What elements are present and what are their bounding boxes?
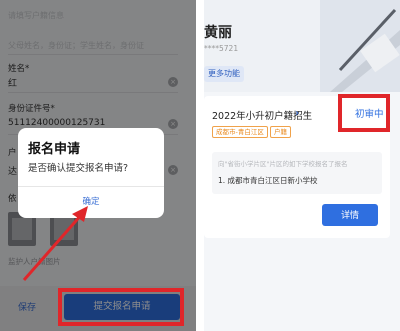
user-id: ****5721	[204, 44, 239, 53]
user-name: 黄丽	[204, 25, 232, 41]
more-functions-button[interactable]: 更多功能	[204, 66, 244, 82]
divider	[18, 186, 164, 187]
school-item: 1. 成都市青白江区日新小学校	[218, 176, 318, 185]
highlight-box	[58, 288, 184, 326]
dialog-title: 报名申请	[28, 142, 81, 157]
dialog-message: 是否确认提交报名申请?	[28, 163, 129, 174]
application-hint: 向"省街小学片区"片区的如下学校报名了报名	[218, 160, 348, 168]
district-tag: 成都市-青白江区	[212, 126, 268, 138]
application-summary: 向"省街小学片区"片区的如下学校报名了报名 1. 成都市青白江区日新小学校	[212, 152, 382, 194]
category-tag: 户籍	[270, 126, 291, 138]
application-status-screen: 黄丽 ****5721 更多功能 2022年小升初户籍招生 › 初审中 成都市-…	[204, 0, 400, 331]
details-button[interactable]: 详情	[322, 204, 378, 226]
confirm-dialog: 报名申请 是否确认提交报名申请? 确定	[18, 128, 164, 218]
pen-illustration-icon	[320, 0, 400, 92]
confirm-button[interactable]: 确定	[18, 192, 164, 212]
highlight-box	[338, 94, 390, 132]
submit-application-screen: 请填写户籍信息 父母姓名，身份证；学生姓名，身份证 姓名* 红 × 身份证件号*…	[0, 0, 196, 331]
chevron-right-icon[interactable]: ›	[295, 108, 299, 119]
